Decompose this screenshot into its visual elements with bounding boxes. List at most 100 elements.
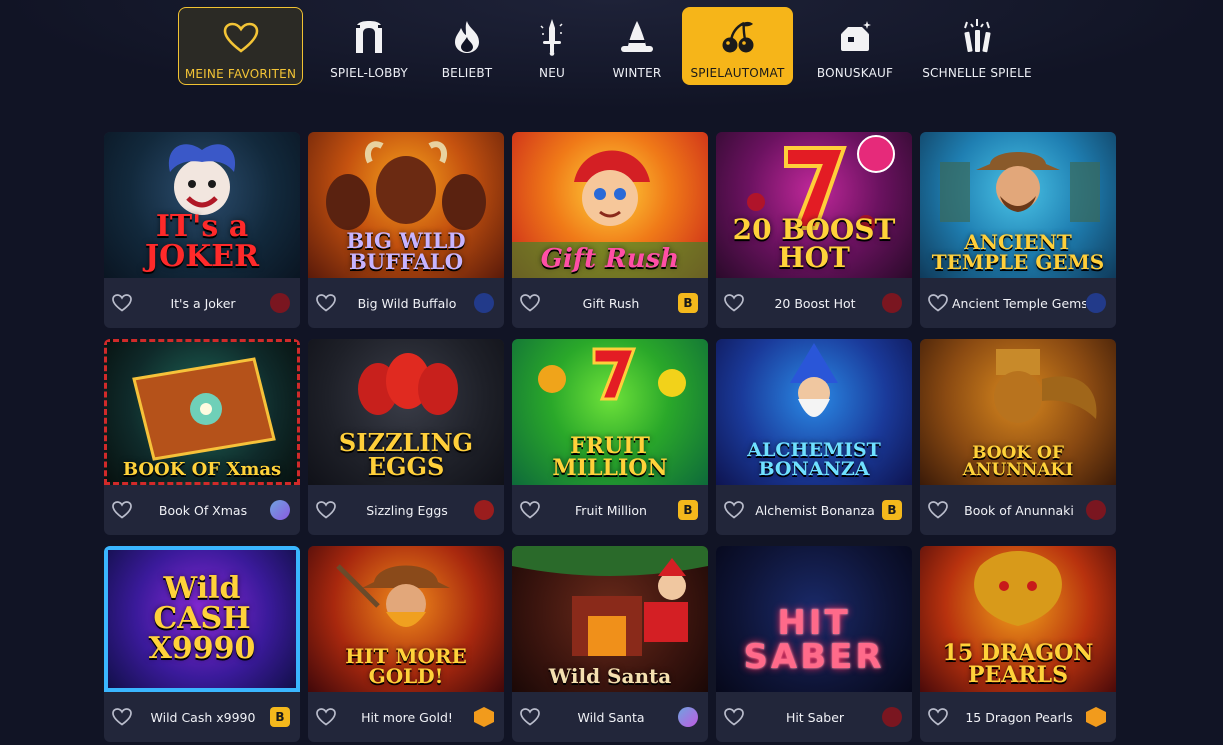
game-logo: BOOK OF ANUNNAKI	[962, 443, 1074, 480]
provider-icon	[1086, 707, 1106, 727]
provider-icon	[882, 293, 902, 313]
game-title: Sizzling Eggs	[366, 502, 448, 518]
game-card-gift-rush[interactable]: Gift Rush Gift Rush B	[512, 132, 708, 328]
fire-icon	[447, 17, 487, 57]
tab-neu[interactable]: NEU	[512, 7, 592, 85]
game-thumbnail[interactable]: FRUIT MILLION	[512, 339, 708, 485]
gift-box-icon	[835, 17, 875, 57]
game-info-bar: Book Of Xmas	[104, 485, 300, 535]
tab-winter[interactable]: WINTER	[592, 7, 682, 85]
game-info-bar: Wild Santa	[512, 692, 708, 742]
tab-spielautomat[interactable]: SPIELAUTOMAT	[682, 7, 793, 85]
favorite-heart-icon[interactable]	[516, 703, 544, 731]
game-thumbnail[interactable]: HIT MORE GOLD!	[308, 546, 504, 692]
game-title: Gift Rush	[582, 295, 640, 311]
game-title: Hit Saber	[785, 709, 845, 725]
favorite-heart-icon[interactable]	[312, 703, 340, 731]
tab-schnelle-spiele[interactable]: SCHNELLE SPIELE	[917, 7, 1037, 85]
game-card-its-a-joker[interactable]: IT's a JOKER It's a Joker	[104, 132, 300, 328]
game-info-bar: Big Wild Buffalo	[308, 278, 504, 328]
tab-spiel-lobby[interactable]: SPIEL-LOBBY	[316, 7, 422, 85]
game-card-15-dragon-pearls[interactable]: 15 DRAGON PEARLS 15 Dragon Pearls	[920, 546, 1116, 742]
favorite-heart-icon[interactable]	[924, 289, 952, 317]
provider-icon: B	[270, 707, 290, 727]
favorite-heart-icon[interactable]	[516, 496, 544, 524]
game-card-alchemist-bonanza[interactable]: ALCHEMIST BONANZA Alchemist Bonanza B	[716, 339, 912, 535]
game-card-sizzling-eggs[interactable]: SIZZLING EGGS Sizzling Eggs	[308, 339, 504, 535]
favorite-heart-icon[interactable]	[108, 289, 136, 317]
game-thumbnail[interactable]: ALCHEMIST BONANZA	[716, 339, 912, 485]
tab-label: MEINE FAVORITEN	[184, 67, 297, 81]
favorite-heart-icon[interactable]	[312, 496, 340, 524]
game-logo: HIT SABER	[743, 603, 885, 677]
provider-icon	[882, 707, 902, 727]
tab-bonuskauf[interactable]: BONUSKAUF	[793, 7, 917, 85]
game-info-bar: Alchemist Bonanza B	[716, 485, 912, 535]
game-title: Big Wild Buffalo	[357, 295, 457, 311]
game-card-book-of-xmas[interactable]: BOOK OF Xmas Book Of Xmas	[104, 339, 300, 535]
game-thumbnail[interactable]: ANCIENT TEMPLE GEMS	[920, 132, 1116, 278]
game-title: Fruit Million	[575, 502, 647, 518]
provider-icon	[474, 500, 494, 520]
game-card-book-of-anunnaki[interactable]: BOOK OF ANUNNAKI Book of Anunnaki	[920, 339, 1116, 535]
game-thumbnail[interactable]: Gift Rush	[512, 132, 708, 278]
tab-beliebt[interactable]: BELIEBT	[422, 7, 512, 85]
game-logo: 15 DRAGON PEARLS	[942, 640, 1094, 688]
witch-hat-icon	[617, 17, 657, 57]
provider-icon	[1086, 293, 1106, 313]
game-card-hit-more-gold[interactable]: HIT MORE GOLD! Hit more Gold!	[308, 546, 504, 742]
game-thumbnail[interactable]: Wild CASH X9990	[104, 546, 300, 692]
game-thumbnail[interactable]: BOOK OF ANUNNAKI	[920, 339, 1116, 485]
game-card-ancient-temple-gems[interactable]: ANCIENT TEMPLE GEMS Ancient Temple Gems	[920, 132, 1116, 328]
favorite-heart-icon[interactable]	[720, 703, 748, 731]
game-logo: BOOK OF Xmas	[122, 459, 282, 480]
game-title: 20 Boost Hot	[774, 295, 856, 311]
game-logo: HIT MORE GOLD!	[345, 644, 467, 688]
game-info-bar: 20 Boost Hot	[716, 278, 912, 328]
game-info-bar: Fruit Million B	[512, 485, 708, 535]
game-thumbnail[interactable]: Wild Santa	[512, 546, 708, 692]
game-info-bar: It's a Joker	[104, 278, 300, 328]
game-title: Ancient Temple Gems	[952, 295, 1086, 311]
game-info-bar: Sizzling Eggs	[308, 485, 504, 535]
favorite-heart-icon[interactable]	[924, 496, 952, 524]
favorite-heart-icon[interactable]	[924, 703, 952, 731]
game-info-bar: Hit more Gold!	[308, 692, 504, 742]
provider-icon: B	[678, 293, 698, 313]
favorite-heart-icon[interactable]	[312, 289, 340, 317]
game-title: Book Of Xmas	[158, 502, 248, 518]
arch-icon	[349, 17, 389, 57]
game-thumbnail[interactable]: BIG WILD BUFFALO	[308, 132, 504, 278]
game-thumbnail[interactable]: IT's a JOKER	[104, 132, 300, 278]
game-title: Wild Cash x9990	[150, 709, 256, 725]
tab-meine-favoriten[interactable]: MEINE FAVORITEN	[178, 7, 303, 85]
game-thumbnail[interactable]: SIZZLING EGGS	[308, 339, 504, 485]
game-logo: 20 BOOST HOT	[732, 213, 896, 274]
provider-icon	[270, 293, 290, 313]
game-thumbnail[interactable]: HIT SABER	[716, 546, 912, 692]
game-logo: Gift Rush	[540, 244, 680, 274]
provider-icon	[474, 707, 494, 727]
category-nav: MEINE FAVORITEN SPIEL-LOBBY BELIEBT NEU …	[178, 7, 1037, 85]
game-thumbnail[interactable]: 15 DRAGON PEARLS	[920, 546, 1116, 692]
favorite-heart-icon[interactable]	[720, 496, 748, 524]
favorite-heart-icon[interactable]	[516, 289, 544, 317]
provider-icon	[270, 500, 290, 520]
game-logo: Wild CASH X9990	[148, 571, 256, 666]
game-card-big-wild-buffalo[interactable]: BIG WILD BUFFALO Big Wild Buffalo	[308, 132, 504, 328]
game-thumbnail[interactable]: BOOK OF Xmas	[104, 339, 300, 485]
favorite-heart-icon[interactable]	[720, 289, 748, 317]
game-card-wild-cash-x9990[interactable]: Wild CASH X9990 Wild Cash x9990 B	[104, 546, 300, 742]
game-card-fruit-million[interactable]: FRUIT MILLION Fruit Million B	[512, 339, 708, 535]
game-thumbnail[interactable]: 20 BOOST HOT	[716, 132, 912, 278]
game-card-hit-saber[interactable]: HIT SABER Hit Saber	[716, 546, 912, 742]
game-card-wild-santa[interactable]: Wild Santa Wild Santa	[512, 546, 708, 742]
tab-label: WINTER	[612, 66, 662, 80]
favorite-heart-icon[interactable]	[108, 703, 136, 731]
game-title: Book of Anunnaki	[964, 502, 1074, 518]
tab-label: BELIEBT	[441, 66, 493, 80]
game-title: Wild Santa	[577, 709, 645, 725]
favorite-heart-icon[interactable]	[108, 496, 136, 524]
game-info-bar: Ancient Temple Gems	[920, 278, 1116, 328]
game-card-20-boost-hot[interactable]: 20 BOOST HOT 20 Boost Hot	[716, 132, 912, 328]
